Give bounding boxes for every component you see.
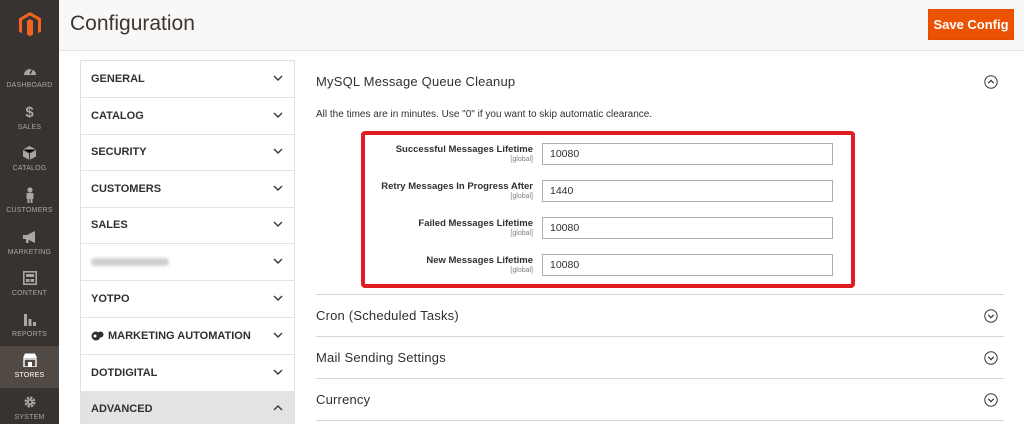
dashboard-icon bbox=[23, 60, 37, 80]
nav-item-system[interactable]: SYSTEM bbox=[0, 388, 59, 424]
section-title: Mail Sending Settings bbox=[316, 350, 446, 365]
blurred-label bbox=[91, 258, 169, 266]
megaphone-icon bbox=[22, 227, 38, 247]
nav-item-marketing[interactable]: MARKETING bbox=[0, 223, 59, 265]
expand-chevron-icon bbox=[984, 393, 998, 407]
failed-messages-lifetime-input[interactable]: 10080 bbox=[542, 217, 833, 239]
layout-icon bbox=[22, 268, 37, 288]
person-icon bbox=[25, 185, 35, 205]
field-label-new: New Messages Lifetime bbox=[426, 255, 533, 266]
section-title: Cron (Scheduled Tasks) bbox=[316, 308, 459, 323]
scope-label: [global] bbox=[510, 156, 533, 163]
tab-label: CUSTOMERS bbox=[91, 183, 162, 195]
gear-icon bbox=[23, 392, 37, 412]
chevron-down-icon bbox=[273, 332, 283, 338]
tab-label: MARKETING AUTOMATION bbox=[108, 330, 251, 342]
page-header: Configuration Save Config bbox=[59, 0, 1024, 51]
section-title: Currency bbox=[316, 392, 371, 407]
tab-advanced[interactable]: ADVANCED bbox=[81, 391, 295, 424]
nav-label: CATALOG bbox=[12, 165, 47, 172]
nav-label: DASHBOARD bbox=[6, 82, 53, 89]
field-label-successful: Successful Messages Lifetime bbox=[395, 144, 533, 155]
new-messages-lifetime-input[interactable]: 10080 bbox=[542, 254, 833, 276]
nav-item-dashboard[interactable]: DASHBOARD bbox=[0, 56, 59, 98]
collapse-chevron-icon bbox=[984, 75, 998, 89]
tab-label: SALES bbox=[91, 219, 128, 231]
nav-label: REPORTS bbox=[11, 331, 48, 338]
expand-chevron-icon bbox=[984, 351, 998, 365]
store-icon bbox=[22, 350, 38, 370]
tab-general[interactable]: GENERAL bbox=[81, 61, 295, 98]
cube-icon bbox=[23, 143, 36, 163]
save-config-button[interactable]: Save Config bbox=[928, 9, 1014, 40]
section-mail-sending[interactable]: Mail Sending Settings bbox=[316, 337, 1004, 379]
admin-menu: DASHBOARD $ SALES CATALOG CUSTOMERS MARK… bbox=[0, 0, 59, 424]
chevron-down-icon bbox=[273, 75, 283, 81]
config-tabs: GENERAL CATALOG SECURITY CUSTOMERS SALES… bbox=[80, 60, 295, 424]
tab-label: CATALOG bbox=[91, 110, 144, 122]
scope-label: [global] bbox=[510, 193, 533, 200]
nav-label: SYSTEM bbox=[14, 414, 45, 421]
nav-label: CUSTOMERS bbox=[6, 207, 53, 214]
nav-item-reports[interactable]: REPORTS bbox=[0, 305, 59, 347]
tab-blurred[interactable] bbox=[81, 244, 295, 281]
chevron-up-icon bbox=[273, 405, 283, 411]
scope-label: [global] bbox=[510, 267, 533, 274]
nav-item-sales[interactable]: $ SALES bbox=[0, 98, 59, 140]
chevron-down-icon bbox=[273, 258, 283, 264]
nav-label: STORES bbox=[14, 372, 45, 379]
nav-label: SALES bbox=[17, 124, 42, 131]
tab-marketing-automation[interactable]: MARKETING AUTOMATION bbox=[81, 318, 295, 355]
tab-dotdigital[interactable]: DOTDIGITAL bbox=[81, 355, 295, 392]
section-note: All the times are in minutes. Use "0" if… bbox=[316, 109, 653, 120]
tab-customers[interactable]: CUSTOMERS bbox=[81, 171, 295, 208]
section-currency[interactable]: Currency bbox=[316, 379, 1004, 421]
chevron-down-icon bbox=[273, 148, 283, 154]
nav-item-customers[interactable]: CUSTOMERS bbox=[0, 181, 59, 223]
tab-label: DOTDIGITAL bbox=[91, 367, 158, 379]
section-title: MySQL Message Queue Cleanup bbox=[316, 74, 516, 89]
nav-label: MARKETING bbox=[7, 249, 52, 256]
section-header-cleanup[interactable]: MySQL Message Queue Cleanup bbox=[316, 70, 1004, 94]
tab-catalog[interactable]: CATALOG bbox=[81, 98, 295, 135]
successful-messages-lifetime-input[interactable]: 10080 bbox=[542, 143, 833, 165]
chevron-down-icon bbox=[273, 185, 283, 191]
scope-label: [global] bbox=[510, 230, 533, 237]
dollar-icon: $ bbox=[25, 103, 34, 121]
chevron-down-icon bbox=[273, 112, 283, 118]
field-label-retry: Retry Messages In Progress After bbox=[381, 181, 533, 192]
tab-yotpo[interactable]: YOTPO bbox=[81, 281, 295, 318]
nav-item-content[interactable]: CONTENT bbox=[0, 264, 59, 306]
nav-item-stores[interactable]: STORES bbox=[0, 346, 59, 388]
chevron-down-icon bbox=[273, 369, 283, 375]
magento-logo-icon bbox=[18, 12, 41, 37]
section-cron[interactable]: Cron (Scheduled Tasks) bbox=[316, 295, 1004, 337]
tab-label: GENERAL bbox=[91, 73, 145, 85]
tab-label: ADVANCED bbox=[91, 403, 153, 415]
page-title: Configuration bbox=[70, 12, 195, 35]
expand-chevron-icon bbox=[984, 309, 998, 323]
retry-messages-input[interactable]: 1440 bbox=[542, 180, 833, 202]
marketing-automation-icon bbox=[91, 331, 104, 341]
chevron-down-icon bbox=[273, 295, 283, 301]
tab-label: SECURITY bbox=[91, 146, 147, 158]
field-label-failed: Failed Messages Lifetime bbox=[418, 218, 533, 229]
tab-security[interactable]: SECURITY bbox=[81, 134, 295, 171]
magento-logo[interactable] bbox=[0, 0, 59, 50]
tab-sales[interactable]: SALES bbox=[81, 207, 295, 244]
tab-label: YOTPO bbox=[91, 293, 130, 305]
nav-label: CONTENT bbox=[11, 290, 48, 297]
nav-item-catalog[interactable]: CATALOG bbox=[0, 139, 59, 181]
chevron-down-icon bbox=[273, 221, 283, 227]
bar-chart-icon bbox=[23, 309, 37, 329]
